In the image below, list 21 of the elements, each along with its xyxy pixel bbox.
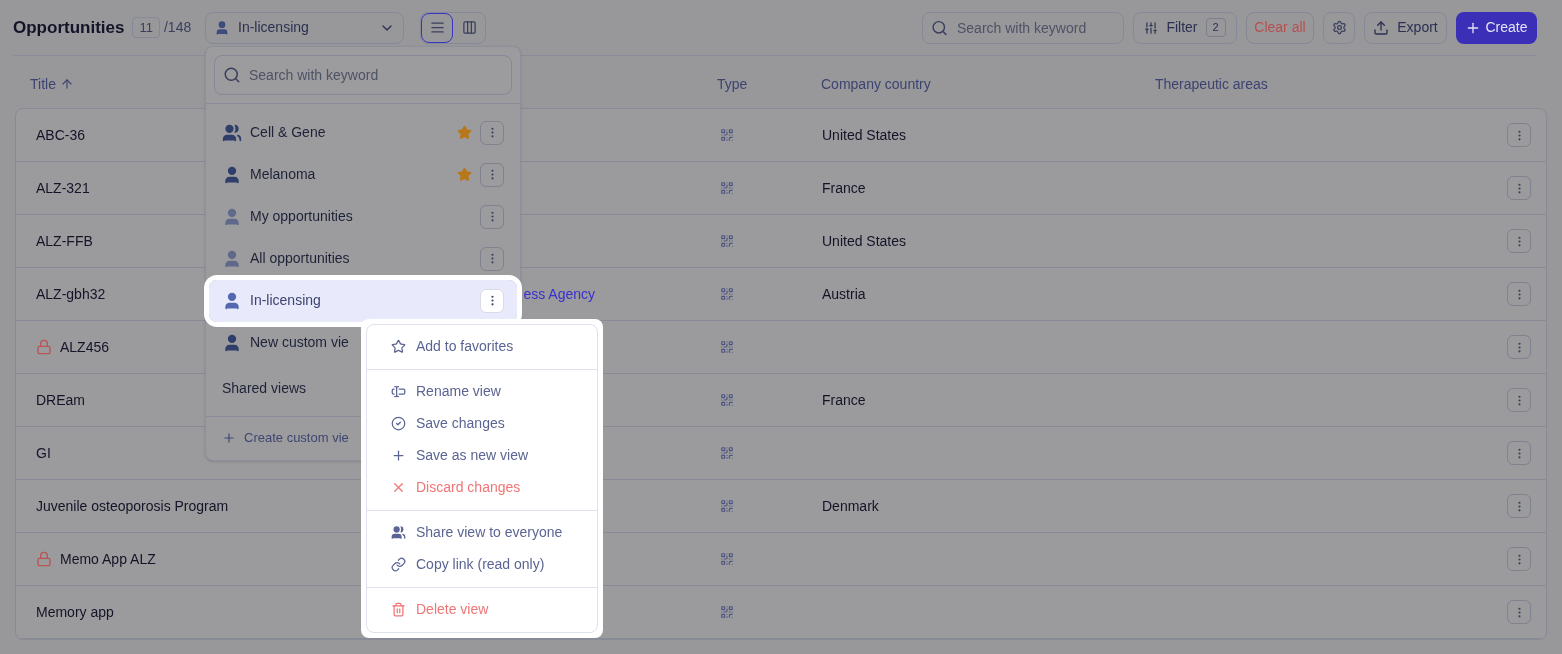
section-heading: Shared views [222, 379, 307, 396]
table-cell: France [822, 179, 866, 196]
page-title: Opportunities [13, 16, 125, 39]
total-count: /148 [163, 18, 192, 37]
table-cell: United States [822, 232, 907, 249]
table-cell-text: ALZ456 [60, 337, 110, 357]
filter-count-badge: 2 [1205, 18, 1226, 37]
table-cell-text: Memory app [36, 602, 114, 622]
table-cell-text: Juvenile osteoporosis Program [36, 496, 229, 516]
table-cell-text: ALZ-321 [36, 178, 90, 198]
table-cell-text: ALZ-gbh32 [36, 284, 106, 304]
table-cell: Austria [822, 285, 866, 302]
count-badge: 11 [132, 16, 160, 39]
table-cell: United States [822, 126, 907, 143]
table-cell-text: Memo App ALZ [60, 549, 156, 569]
table-cell: France [822, 391, 866, 408]
table-cell: Denmark [822, 497, 879, 514]
table-cell-text: ABC-36 [36, 125, 86, 145]
table-cell-text: DREam [36, 390, 85, 410]
table-cell-text: GI [36, 443, 51, 463]
table-cell-text: ALZ-FFB [36, 231, 93, 251]
